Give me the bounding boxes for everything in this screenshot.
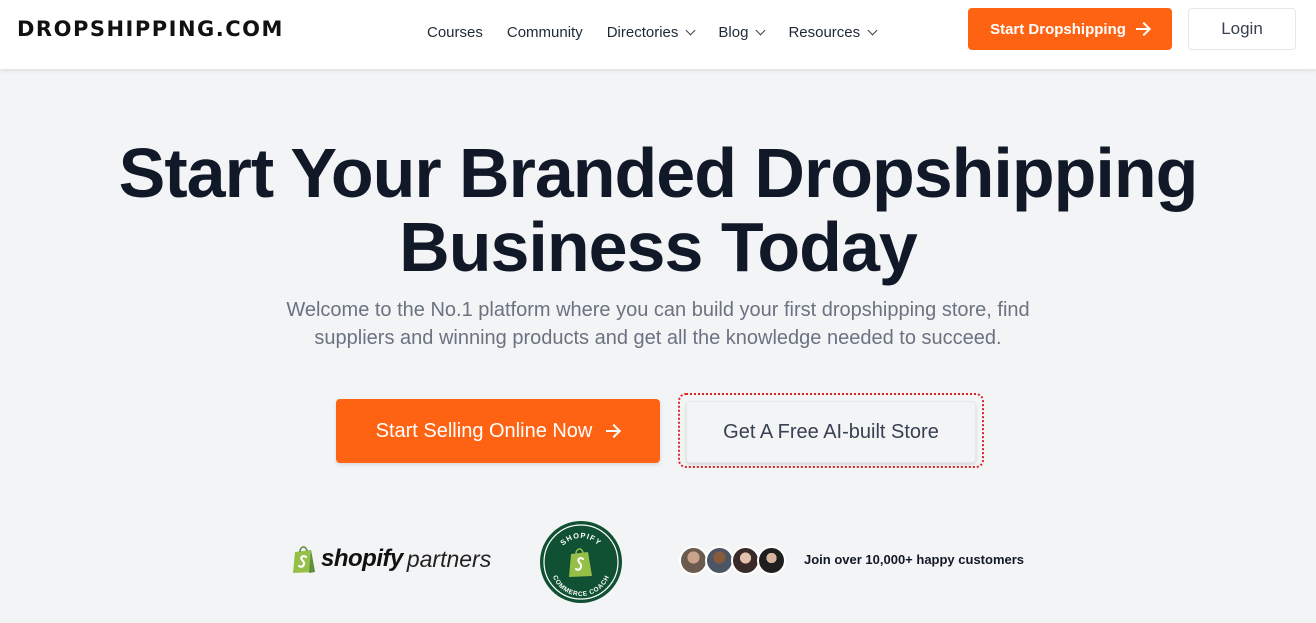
- arrow-right-icon: [1135, 23, 1150, 35]
- main-nav: Courses Community Directories Blog Resou…: [427, 22, 900, 42]
- start-selling-label: Start Selling Online Now: [375, 419, 593, 442]
- nav-label-courses: Courses: [427, 23, 483, 41]
- login-button[interactable]: Login: [1188, 8, 1296, 50]
- hero-title: Start Your Branded Dropshipping Business…: [0, 136, 1316, 284]
- partners-wordmark: partners: [406, 545, 492, 572]
- customer-avatars: [679, 546, 786, 575]
- nav-item-resources[interactable]: Resources: [788, 22, 878, 42]
- chevron-down-icon: [867, 25, 878, 35]
- start-selling-button[interactable]: Start Selling Online Now: [336, 399, 660, 463]
- nav-item-courses[interactable]: Courses: [427, 22, 483, 42]
- shopify-wordmark: shopify: [321, 545, 403, 572]
- hero-title-line2: Business Today: [399, 208, 918, 286]
- hero-subtitle: Welcome to the No.1 platform where you c…: [258, 296, 1058, 352]
- shopify-partners-logo: shopify partners: [291, 544, 491, 574]
- happy-customers-text: Join over 10,000+ happy customers: [804, 552, 1025, 567]
- nav-item-blog[interactable]: Blog: [718, 22, 766, 42]
- focus-outline: Get A Free AI-built Store: [678, 393, 984, 468]
- nav-label-blog: Blog: [718, 23, 749, 41]
- hero-subtitle-line1: Welcome to the No.1 platform where you c…: [286, 299, 1030, 321]
- free-ai-store-button[interactable]: Get A Free AI-built Store: [686, 401, 976, 463]
- nav-label-resources: Resources: [788, 23, 861, 41]
- avatar: [757, 546, 786, 575]
- nav-label-community: Community: [506, 23, 583, 41]
- nav-item-directories[interactable]: Directories: [606, 22, 696, 42]
- avatar: [679, 546, 708, 575]
- avatar: [731, 546, 760, 575]
- nav-label-directories: Directories: [606, 23, 679, 41]
- hero-title-line1: Start Your Branded Dropshipping: [118, 134, 1199, 212]
- chevron-down-icon: [755, 25, 766, 35]
- shopify-commerce-coach-badge: SHOPIFY COMMERCE COACH: [540, 521, 622, 603]
- start-dropshipping-button[interactable]: Start Dropshipping: [968, 8, 1172, 50]
- navbar: DROPSHIPPING.COM Courses Community Direc…: [0, 0, 1316, 69]
- hero-subtitle-line2: suppliers and winning products and get a…: [314, 327, 1002, 349]
- nav-item-community[interactable]: Community: [507, 22, 583, 42]
- start-dropshipping-label: Start Dropshipping: [990, 20, 1126, 38]
- arrow-right-icon: [606, 425, 620, 437]
- site-logo[interactable]: DROPSHIPPING.COM: [17, 17, 284, 41]
- chevron-down-icon: [685, 25, 696, 35]
- shopify-bag-icon: [293, 546, 315, 573]
- avatar: [705, 546, 734, 575]
